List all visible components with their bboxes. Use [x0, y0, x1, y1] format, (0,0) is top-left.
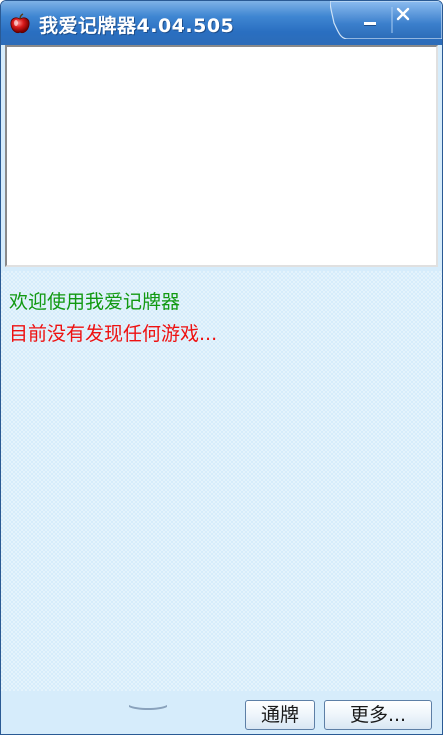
more-button[interactable]: 更多...	[324, 700, 432, 730]
card-display-area	[5, 45, 438, 267]
welcome-message: 欢迎使用我爱记牌器	[9, 291, 181, 313]
tongpai-button[interactable]: 通牌	[245, 700, 315, 730]
close-button[interactable]	[396, 7, 436, 31]
red-apple-icon	[9, 13, 31, 35]
button-bar: 通牌 更多...	[1, 691, 442, 734]
app-window: 我爱记牌器4.04.505 欢迎使用我爱记牌器 目前没有发现任何游戏... 通牌…	[0, 0, 443, 735]
status-message: 目前没有发现任何游戏...	[9, 323, 218, 345]
minimize-button[interactable]	[350, 9, 390, 31]
title-bar[interactable]: 我爱记牌器4.04.505	[1, 1, 442, 45]
message-log: 欢迎使用我爱记牌器 目前没有发现任何游戏...	[1, 271, 442, 691]
window-title: 我爱记牌器4.04.505	[39, 15, 235, 37]
minimize-icon	[364, 21, 376, 25]
window-controls	[330, 1, 442, 39]
